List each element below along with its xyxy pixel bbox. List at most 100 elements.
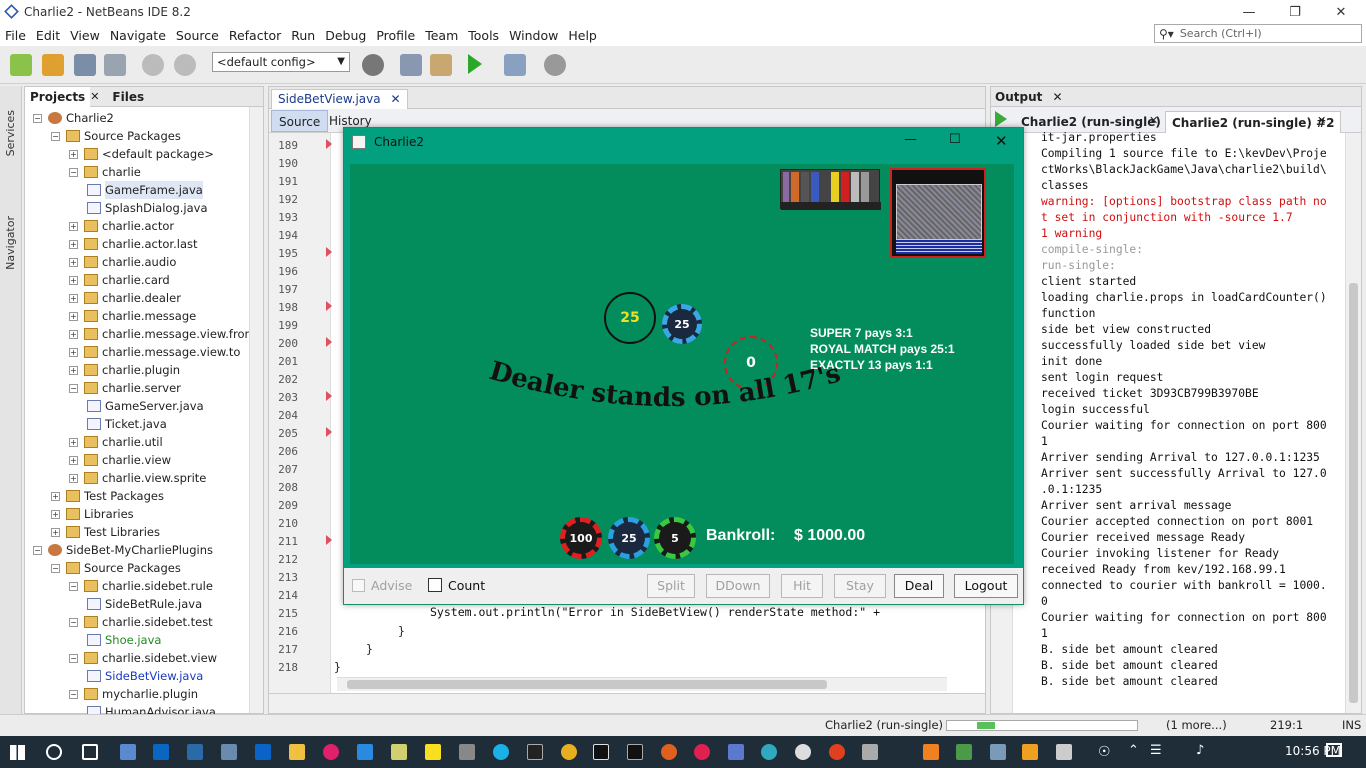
chip-25[interactable]: 25	[608, 517, 650, 559]
expand-toggle-icon[interactable]: −	[69, 617, 78, 627]
menu-source[interactable]: Source	[171, 28, 224, 43]
app-icon[interactable]	[187, 744, 203, 760]
source-button[interactable]: Source	[271, 110, 329, 132]
chip-100[interactable]: 100	[560, 517, 602, 559]
minimize-button[interactable]: —	[904, 132, 917, 147]
build-icon[interactable]	[400, 54, 422, 76]
horizontal-scrollbar[interactable]	[337, 677, 947, 691]
expand-toggle-icon[interactable]: +	[69, 365, 78, 375]
task-view-icon[interactable]	[82, 744, 98, 760]
expand-toggle-icon[interactable]: +	[69, 221, 78, 231]
expand-toggle-icon[interactable]: −	[51, 131, 60, 141]
count-checkbox[interactable]	[428, 578, 442, 592]
app-icon[interactable]	[795, 744, 811, 760]
logout-button[interactable]: Logout	[954, 574, 1018, 598]
tree-file[interactable]: SideBetView.java	[87, 667, 203, 685]
expand-toggle-icon[interactable]: +	[69, 347, 78, 357]
menu-tools[interactable]: Tools	[463, 28, 504, 43]
config-select[interactable]: <default config> ▼	[212, 52, 350, 72]
scrollbar[interactable]	[1345, 133, 1361, 713]
redo-icon[interactable]	[174, 54, 196, 76]
close-button[interactable]: ✕	[995, 132, 1008, 150]
intellij-icon[interactable]	[627, 744, 643, 760]
deal-button[interactable]: Deal	[894, 574, 944, 598]
tree-project[interactable]: − SideBet-MyCharliePlugins	[33, 541, 213, 559]
tree-package[interactable]: − charlie.sidebet.view	[69, 649, 217, 667]
tree-package[interactable]: + charlie.view.sprite	[69, 469, 206, 487]
firefox-icon[interactable]	[661, 744, 677, 760]
tree-package[interactable]: + Test Packages	[51, 487, 164, 505]
expand-toggle-icon[interactable]: −	[51, 563, 60, 573]
menu-edit[interactable]: Edit	[31, 28, 65, 43]
chevron-up-icon[interactable]: ⌃	[1128, 743, 1139, 758]
media-icon[interactable]	[694, 744, 710, 760]
tree-file[interactable]: Shoe.java	[87, 631, 161, 649]
bet-chip-25[interactable]: 25	[662, 304, 702, 344]
close-icon[interactable]: ✕	[1317, 114, 1326, 127]
tab-run-single-2[interactable]: Charlie2 (run-single) #2	[1165, 111, 1342, 133]
expand-toggle-icon[interactable]: −	[69, 383, 78, 393]
menu-navigate[interactable]: Navigate	[105, 28, 171, 43]
tab-files[interactable]: Files	[107, 87, 149, 107]
tab-run-single[interactable]: Charlie2 (run-single)	[1015, 111, 1167, 133]
app-icon[interactable]	[862, 744, 878, 760]
tree-package[interactable]: + charlie.actor	[69, 217, 174, 235]
app-icon[interactable]	[493, 744, 509, 760]
tree-package[interactable]: + charlie.view	[69, 451, 171, 469]
expand-toggle-icon[interactable]: −	[69, 167, 78, 177]
hit-button[interactable]: Hit	[781, 574, 823, 598]
tree-file[interactable]: GameFrame.java	[87, 181, 203, 199]
calculator-icon[interactable]	[459, 744, 475, 760]
app-icon[interactable]	[1022, 744, 1038, 760]
tree-package[interactable]: − charlie	[69, 163, 141, 181]
scrollbar[interactable]	[249, 107, 263, 713]
services-tab[interactable]: Services	[4, 110, 17, 156]
tree-package[interactable]: − Source Packages	[51, 559, 181, 577]
app-icon[interactable]	[120, 744, 136, 760]
tree-file[interactable]: SideBetRule.java	[87, 595, 202, 613]
app-icon[interactable]	[761, 744, 777, 760]
tree-package[interactable]: − mycharlie.plugin	[69, 685, 198, 703]
tab-projects[interactable]: Projects	[25, 86, 91, 107]
open-project-icon[interactable]	[74, 54, 96, 76]
search-input[interactable]: ⚲▾ Search (Ctrl+I)	[1154, 24, 1362, 43]
keyboard-icon[interactable]	[221, 744, 237, 760]
expand-toggle-icon[interactable]: +	[69, 437, 78, 447]
stay-button[interactable]: Stay	[834, 574, 886, 598]
sublime-icon[interactable]	[923, 744, 939, 760]
profile-icon[interactable]	[544, 54, 566, 76]
expand-toggle-icon[interactable]: +	[51, 491, 60, 501]
tree-package[interactable]: − Source Packages	[51, 127, 181, 145]
new-file-icon[interactable]	[10, 54, 32, 76]
expand-toggle-icon[interactable]: −	[33, 545, 42, 555]
advise-checkbox[interactable]	[352, 579, 365, 592]
split-button[interactable]: Split	[647, 574, 695, 598]
menu-window[interactable]: Window	[504, 28, 563, 43]
expand-toggle-icon[interactable]: +	[69, 455, 78, 465]
tree-package[interactable]: + Libraries	[51, 505, 134, 523]
chrome-icon[interactable]	[561, 744, 577, 760]
clean-build-icon[interactable]	[430, 54, 452, 76]
expand-toggle-icon[interactable]: +	[69, 329, 78, 339]
run-icon[interactable]	[468, 54, 482, 74]
close-button[interactable]: ✕	[1318, 0, 1364, 24]
app-icon[interactable]	[956, 744, 972, 760]
app-icon[interactable]	[728, 744, 744, 760]
menu-team[interactable]: Team	[420, 28, 463, 43]
expand-toggle-icon[interactable]: −	[33, 113, 42, 123]
tree-package[interactable]: + charlie.dealer	[69, 289, 181, 307]
more-tasks[interactable]: (1 more...)	[1166, 718, 1227, 732]
expand-toggle-icon[interactable]: −	[69, 689, 78, 699]
expand-toggle-icon[interactable]: +	[69, 275, 78, 285]
double-down-button[interactable]: DDown	[706, 574, 770, 598]
new-project-icon[interactable]	[42, 54, 64, 76]
menu-debug[interactable]: Debug	[320, 28, 371, 43]
tree-package[interactable]: − charlie.server	[69, 379, 181, 397]
tree-file[interactable]: Ticket.java	[87, 415, 167, 433]
tree-package[interactable]: + charlie.util	[69, 433, 163, 451]
tree-package[interactable]: + charlie.message.view.to	[69, 343, 240, 361]
close-icon[interactable]: ✕	[390, 92, 400, 106]
tree-package[interactable]: − charlie.sidebet.test	[69, 613, 213, 631]
output-title[interactable]: Output	[995, 90, 1042, 104]
wifi-icon[interactable]: ☰	[1150, 743, 1162, 758]
